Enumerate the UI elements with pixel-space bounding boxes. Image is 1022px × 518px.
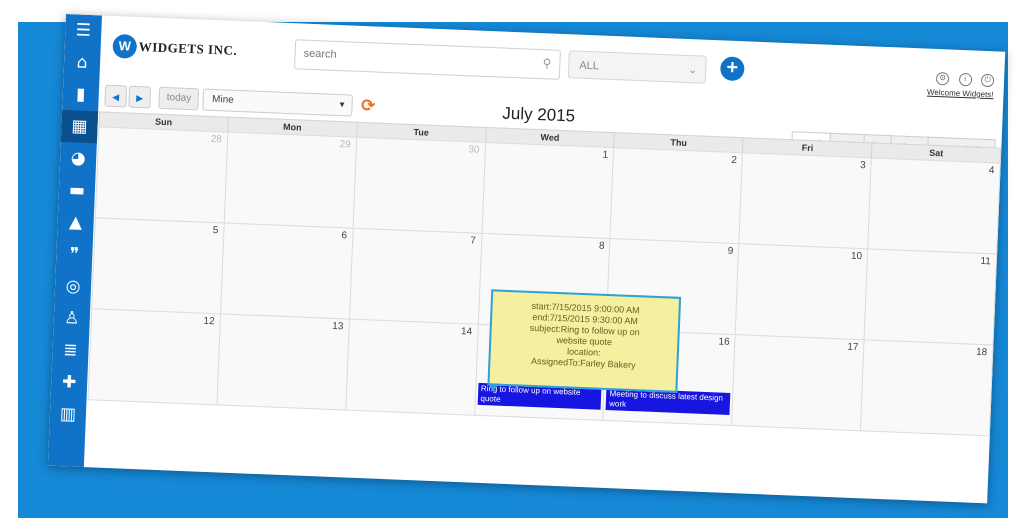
refresh-icon[interactable]: ⟳ bbox=[361, 96, 376, 117]
day-number: 2 bbox=[731, 154, 738, 167]
day-number: 3 bbox=[859, 159, 866, 172]
chart-icon[interactable]: ▥ bbox=[49, 398, 86, 431]
list-icon[interactable]: ≣ bbox=[52, 334, 89, 367]
day-cell[interactable]: 3 bbox=[738, 152, 873, 250]
add-user-icon[interactable]: ✚ bbox=[51, 366, 88, 399]
day-cell[interactable]: 7 bbox=[348, 227, 483, 325]
day-cell[interactable]: 4 bbox=[867, 157, 1001, 255]
chevron-down-icon: ⌄ bbox=[687, 64, 698, 77]
day-cell[interactable]: 5 bbox=[91, 217, 225, 315]
info-icon[interactable]: i bbox=[958, 72, 972, 87]
day-cell[interactable]: 13 bbox=[216, 313, 350, 411]
brand-logo[interactable]: W WIDGETS INC. bbox=[112, 33, 238, 63]
day-number: 7 bbox=[470, 235, 477, 247]
owner-select-value: Mine bbox=[211, 93, 235, 106]
day-cell[interactable]: 12 bbox=[87, 308, 221, 406]
scope-select[interactable]: ALL ⌄ bbox=[567, 50, 707, 84]
day-cell[interactable]: 30 bbox=[352, 136, 486, 234]
day-number: 28 bbox=[210, 133, 223, 146]
day-number: 6 bbox=[341, 230, 348, 242]
home-icon[interactable]: ⌂ bbox=[63, 46, 100, 79]
tooltip-arrow bbox=[487, 383, 500, 392]
event-tooltip: start:7/15/2015 9:00:00 AM end:7/15/2015 … bbox=[487, 289, 682, 393]
day-cell[interactable]: 6 bbox=[219, 222, 354, 320]
day-number: 1 bbox=[602, 149, 609, 161]
briefcase-icon[interactable]: ▬ bbox=[58, 174, 95, 207]
day-cell[interactable]: 17 bbox=[731, 334, 865, 432]
brand-name: WIDGETS INC. bbox=[138, 38, 238, 58]
day-cell[interactable]: 28 bbox=[94, 126, 229, 224]
search-icon[interactable]: ⚲ bbox=[542, 56, 551, 70]
next-month-button[interactable]: ▶ bbox=[128, 85, 152, 109]
day-cell[interactable]: 1 bbox=[481, 141, 615, 240]
main-content: W WIDGETS INC. ⚲ ALL ⌄ + ⚙ i ⏻ Welcome W… bbox=[84, 15, 1005, 503]
day-number: 12 bbox=[203, 315, 215, 328]
document-icon[interactable]: ▮ bbox=[62, 78, 99, 111]
day-cell[interactable]: 18 bbox=[860, 339, 994, 437]
power-icon[interactable]: ⏻ bbox=[980, 73, 995, 88]
day-number: 14 bbox=[460, 326, 473, 338]
day-number: 16 bbox=[718, 336, 730, 348]
day-number: 10 bbox=[850, 250, 863, 263]
user-area: ⚙ i ⏻ Welcome Widgets! bbox=[927, 67, 995, 100]
day-number: 11 bbox=[980, 255, 992, 268]
day-number: 8 bbox=[598, 240, 605, 252]
day-cell[interactable]: 11 bbox=[863, 248, 998, 346]
settings-icon[interactable]: ⚙ bbox=[935, 71, 950, 86]
contacts-icon[interactable]: ♙ bbox=[53, 302, 90, 335]
search-input[interactable] bbox=[295, 40, 532, 76]
prev-month-button[interactable]: ◀ bbox=[104, 84, 128, 108]
day-number: 30 bbox=[468, 144, 480, 156]
dropdown-arrow-icon: ▼ bbox=[337, 99, 347, 110]
day-number: 4 bbox=[988, 165, 995, 177]
day-number: 9 bbox=[727, 245, 734, 257]
app-window: ☰ ⌂ ▮ ▦ ◕ ▬ ▲ ❞ ◎ ♙ ≣ ✚ ▥ W WIDGETS INC.… bbox=[47, 14, 1006, 504]
day-number: 17 bbox=[847, 341, 859, 354]
owner-select[interactable]: Mine ▼ bbox=[202, 88, 354, 117]
day-number: 13 bbox=[332, 320, 344, 333]
quote-icon[interactable]: ❞ bbox=[56, 238, 93, 271]
day-number: 29 bbox=[339, 139, 351, 151]
flask-icon[interactable]: ▲ bbox=[57, 206, 94, 239]
day-number: 5 bbox=[212, 225, 219, 237]
menu-icon[interactable]: ☰ bbox=[65, 14, 102, 47]
add-button[interactable]: + bbox=[719, 56, 745, 82]
day-cell[interactable]: 29 bbox=[223, 131, 358, 229]
today-button[interactable]: today bbox=[158, 86, 200, 111]
day-number: 18 bbox=[975, 346, 988, 359]
chat-icon[interactable]: ◎ bbox=[54, 270, 91, 303]
calendar-weeks: 282930123456789101112131415Ring to follo… bbox=[87, 126, 1001, 437]
calendar-title: July 2015 bbox=[501, 103, 576, 126]
day-cell[interactable]: 14 bbox=[345, 318, 479, 416]
logo-mark: W bbox=[112, 33, 138, 59]
day-cell[interactable]: 2 bbox=[609, 147, 744, 245]
calendar-icon[interactable]: ▦ bbox=[60, 109, 99, 144]
day-cell[interactable]: 10 bbox=[734, 243, 869, 341]
scope-select-value: ALL bbox=[579, 59, 600, 73]
search-box: ⚲ bbox=[293, 39, 561, 80]
pie-chart-icon[interactable]: ◕ bbox=[60, 142, 97, 175]
welcome-link[interactable]: Welcome Widgets! bbox=[927, 88, 994, 100]
